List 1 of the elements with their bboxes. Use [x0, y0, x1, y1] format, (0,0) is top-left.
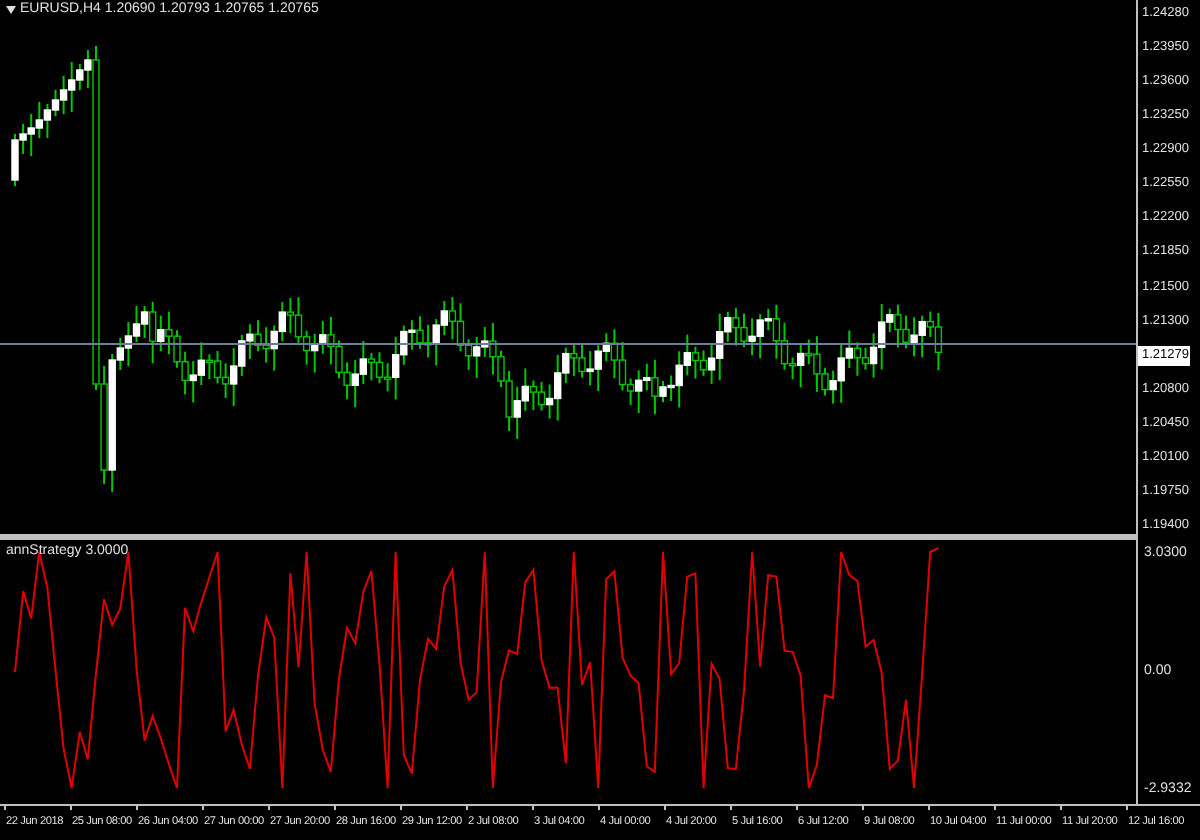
dropdown-icon[interactable]	[6, 5, 16, 13]
